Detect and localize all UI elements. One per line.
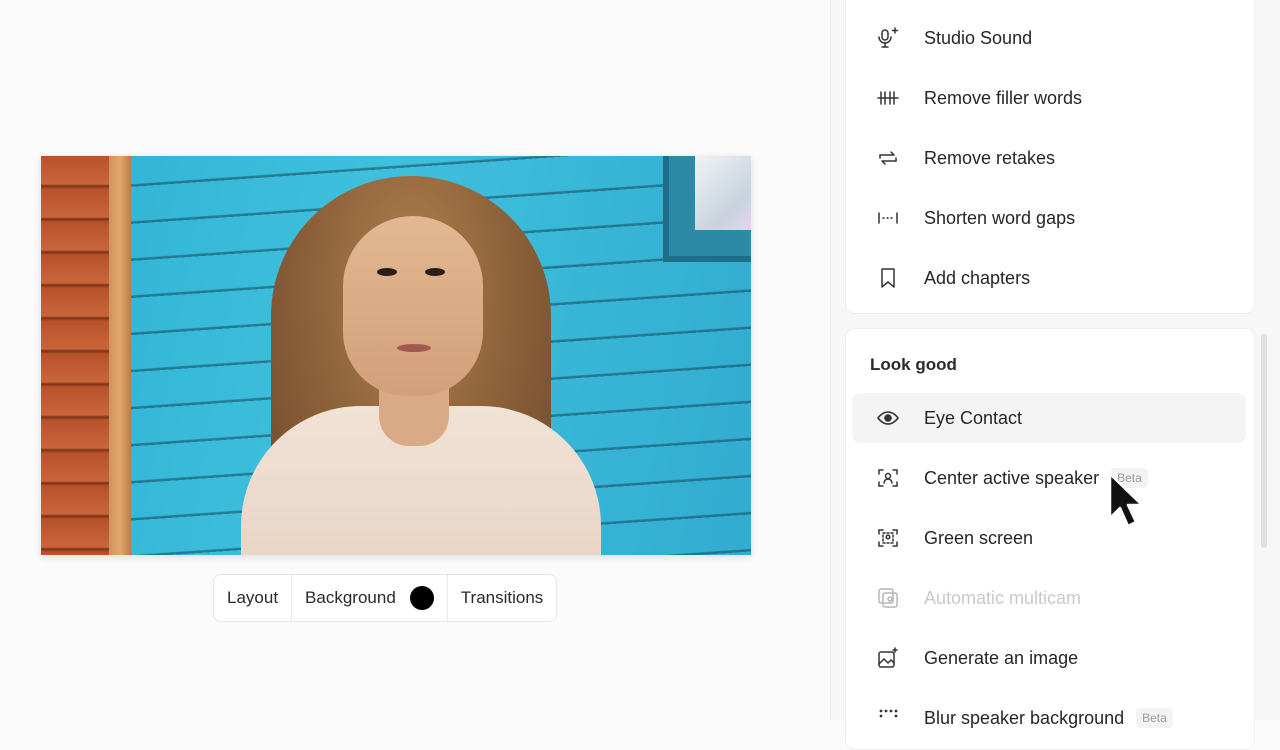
background-color-swatch[interactable] <box>409 586 434 610</box>
shorten-word-gaps-label: Shorten word gaps <box>924 207 1076 228</box>
panel-scrollbar[interactable] <box>1261 334 1267 548</box>
generate-image-icon <box>876 646 900 670</box>
green-screen-label: Green screen <box>924 527 1034 548</box>
blur-speaker-background-label: Blur speaker background <box>924 707 1125 728</box>
center-active-speaker-item[interactable]: Center active speaker Beta <box>852 453 1246 503</box>
studio-sound-label: Studio Sound <box>924 27 1033 48</box>
ai-tools-panel: Studio Sound Remove filler words Remove … <box>830 0 1280 750</box>
scene-toolbar: Layout Background Transitions <box>213 574 558 622</box>
blur-speaker-background-item[interactable]: Blur speaker background Beta <box>852 693 1246 743</box>
multicam-icon <box>876 586 900 610</box>
beta-badge: Beta <box>1136 708 1173 728</box>
automatic-multicam-item: Automatic multicam <box>852 573 1246 623</box>
video-preview[interactable] <box>41 156 751 555</box>
generate-image-label: Generate an image <box>924 647 1079 668</box>
retake-arrows-icon <box>876 146 900 170</box>
remove-filler-words-label: Remove filler words <box>924 87 1083 108</box>
layout-label: Layout <box>227 588 279 607</box>
mouse-cursor-icon <box>1108 472 1144 528</box>
eye-contact-label: Eye Contact <box>924 407 1023 428</box>
editor-canvas: Layout Background Transitions <box>0 0 830 720</box>
eye-icon <box>876 406 900 430</box>
green-screen-icon <box>876 526 900 550</box>
center-active-speaker-label: Center active speaker <box>924 467 1100 488</box>
add-chapters-label: Add chapters <box>924 267 1031 288</box>
generate-image-item[interactable]: Generate an image <box>852 633 1246 683</box>
shorten-word-gaps-item[interactable]: Shorten word gaps <box>852 193 1246 243</box>
add-chapters-item[interactable]: Add chapters <box>852 253 1246 303</box>
studio-sound-item[interactable]: Studio Sound <box>852 13 1246 63</box>
mic-sparkle-icon <box>876 26 900 50</box>
remove-retakes-item[interactable]: Remove retakes <box>852 133 1246 183</box>
sound-tools-card: Studio Sound Remove filler words Remove … <box>845 0 1255 314</box>
video-window-glass <box>695 156 751 230</box>
remove-filler-words-item[interactable]: Remove filler words <box>852 73 1246 123</box>
bookmark-icon <box>876 266 900 290</box>
transitions-label: Transitions <box>460 588 544 607</box>
remove-retakes-label: Remove retakes <box>924 147 1056 168</box>
transitions-button[interactable]: Transitions <box>448 575 557 621</box>
background-label: Background <box>305 588 396 607</box>
layout-button[interactable]: Layout <box>214 575 293 621</box>
center-speaker-icon <box>876 466 900 490</box>
look-good-card: Look good Eye Contact Center active spea… <box>845 328 1255 750</box>
speaker-eye-right <box>425 268 445 276</box>
look-good-title: Look good <box>870 355 957 374</box>
speaker-eye-left <box>377 268 397 276</box>
word-gaps-icon <box>876 206 900 230</box>
video-fence-post <box>109 156 131 555</box>
eye-contact-item[interactable]: Eye Contact <box>852 393 1246 443</box>
speaker-face <box>343 216 483 396</box>
blur-background-icon <box>876 706 900 730</box>
green-screen-item[interactable]: Green screen <box>852 513 1246 563</box>
filler-words-icon <box>876 86 900 110</box>
automatic-multicam-label: Automatic multicam <box>924 587 1082 608</box>
background-button[interactable]: Background <box>292 575 448 621</box>
speaker-mouth <box>397 344 431 352</box>
